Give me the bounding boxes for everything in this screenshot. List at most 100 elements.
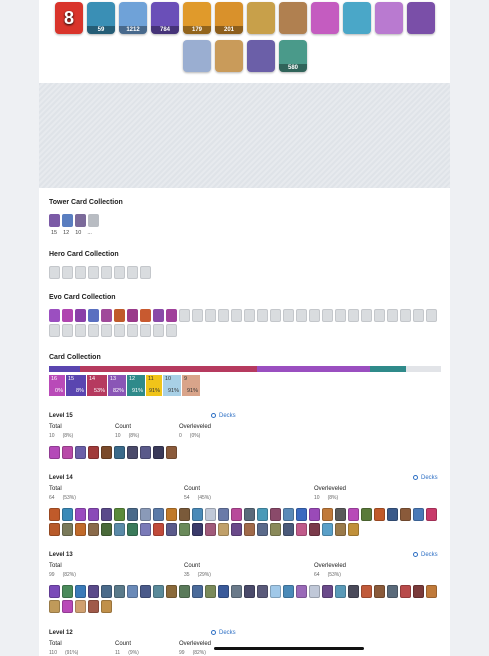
card-icon[interactable]: [400, 508, 411, 521]
card-icon[interactable]: [75, 508, 86, 521]
card-icon[interactable]: [205, 585, 216, 598]
card-icon[interactable]: [49, 446, 60, 459]
card-icon[interactable]: [231, 585, 242, 598]
card-icon[interactable]: [387, 508, 398, 521]
card-icon[interactable]: [75, 523, 86, 536]
card-icon[interactable]: [166, 523, 177, 536]
card-icon[interactable]: [270, 508, 281, 521]
card-icon[interactable]: [205, 523, 216, 536]
card-icon[interactable]: [400, 585, 411, 598]
card-icon[interactable]: [166, 508, 177, 521]
card-icon[interactable]: [62, 523, 73, 536]
card-icon[interactable]: [270, 585, 281, 598]
card-icon[interactable]: [101, 523, 112, 536]
card-icon[interactable]: [140, 523, 151, 536]
card-icon[interactable]: [348, 508, 359, 521]
card-icon[interactable]: [335, 523, 346, 536]
card-icon[interactable]: [88, 446, 99, 459]
card-icon[interactable]: [387, 585, 398, 598]
card-icon[interactable]: [218, 585, 229, 598]
card-icon[interactable]: [296, 508, 307, 521]
card-icon[interactable]: [127, 446, 138, 459]
card-icon[interactable]: [153, 446, 164, 459]
card-icon[interactable]: [101, 585, 112, 598]
card-icon[interactable]: [361, 508, 372, 521]
card-icon[interactable]: [49, 600, 60, 613]
card-icon[interactable]: [140, 446, 151, 459]
card-icon[interactable]: [166, 446, 177, 459]
card-icon[interactable]: [218, 523, 229, 536]
card-icon[interactable]: [296, 585, 307, 598]
card-icon[interactable]: [335, 508, 346, 521]
card-icon[interactable]: [127, 508, 138, 521]
card-icon[interactable]: [296, 523, 307, 536]
card-icon[interactable]: [348, 523, 359, 536]
card-icon[interactable]: [179, 585, 190, 598]
card-icon[interactable]: [309, 585, 320, 598]
card-icon[interactable]: [179, 508, 190, 521]
card-icon[interactable]: [127, 585, 138, 598]
card-icon[interactable]: [192, 585, 203, 598]
card-icon[interactable]: [101, 600, 112, 613]
card-icon[interactable]: [49, 523, 60, 536]
card-icon[interactable]: [231, 523, 242, 536]
card-icon[interactable]: [114, 508, 125, 521]
card-icon[interactable]: [283, 508, 294, 521]
card-icon[interactable]: [231, 508, 242, 521]
card-icon[interactable]: [205, 508, 216, 521]
decks-link[interactable]: Decks: [211, 413, 236, 419]
card-icon[interactable]: [192, 508, 203, 521]
card-icon[interactable]: [62, 585, 73, 598]
card-icon[interactable]: [101, 508, 112, 521]
card-icon[interactable]: [62, 600, 73, 613]
card-icon[interactable]: [322, 585, 333, 598]
card-icon[interactable]: [75, 585, 86, 598]
card-icon[interactable]: [140, 585, 151, 598]
card-icon[interactable]: [218, 508, 229, 521]
card-icon[interactable]: [49, 508, 60, 521]
card-icon[interactable]: [75, 446, 86, 459]
card-icon[interactable]: [413, 508, 424, 521]
decks-link[interactable]: Decks: [211, 630, 236, 636]
card-icon[interactable]: [426, 585, 437, 598]
card-icon[interactable]: [179, 523, 190, 536]
card-icon[interactable]: [49, 585, 60, 598]
card-icon[interactable]: [426, 508, 437, 521]
card-icon[interactable]: [101, 446, 112, 459]
card-icon[interactable]: [309, 523, 320, 536]
card-icon[interactable]: [114, 523, 125, 536]
decks-link[interactable]: Decks: [413, 475, 438, 481]
card-icon[interactable]: [114, 585, 125, 598]
card-icon[interactable]: [62, 508, 73, 521]
card-icon[interactable]: [244, 585, 255, 598]
card-icon[interactable]: [257, 585, 268, 598]
card-icon[interactable]: [283, 585, 294, 598]
card-icon[interactable]: [75, 600, 86, 613]
card-icon[interactable]: [309, 508, 320, 521]
card-icon[interactable]: [322, 523, 333, 536]
card-icon[interactable]: [88, 508, 99, 521]
card-icon[interactable]: [88, 600, 99, 613]
card-icon[interactable]: [127, 523, 138, 536]
card-icon[interactable]: [244, 523, 255, 536]
card-icon[interactable]: [88, 585, 99, 598]
card-icon[interactable]: [166, 585, 177, 598]
card-icon[interactable]: [257, 508, 268, 521]
card-icon[interactable]: [257, 523, 268, 536]
card-icon[interactable]: [361, 585, 372, 598]
card-icon[interactable]: [153, 508, 164, 521]
card-icon[interactable]: [140, 508, 151, 521]
card-icon[interactable]: [270, 523, 281, 536]
card-icon[interactable]: [114, 446, 125, 459]
decks-link[interactable]: Decks: [413, 552, 438, 558]
card-icon[interactable]: [283, 523, 294, 536]
card-icon[interactable]: [348, 585, 359, 598]
card-icon[interactable]: [153, 585, 164, 598]
card-icon[interactable]: [374, 585, 385, 598]
card-icon[interactable]: [374, 508, 385, 521]
card-icon[interactable]: [322, 508, 333, 521]
card-icon[interactable]: [88, 523, 99, 536]
card-icon[interactable]: [413, 585, 424, 598]
card-icon[interactable]: [62, 446, 73, 459]
card-icon[interactable]: [335, 585, 346, 598]
